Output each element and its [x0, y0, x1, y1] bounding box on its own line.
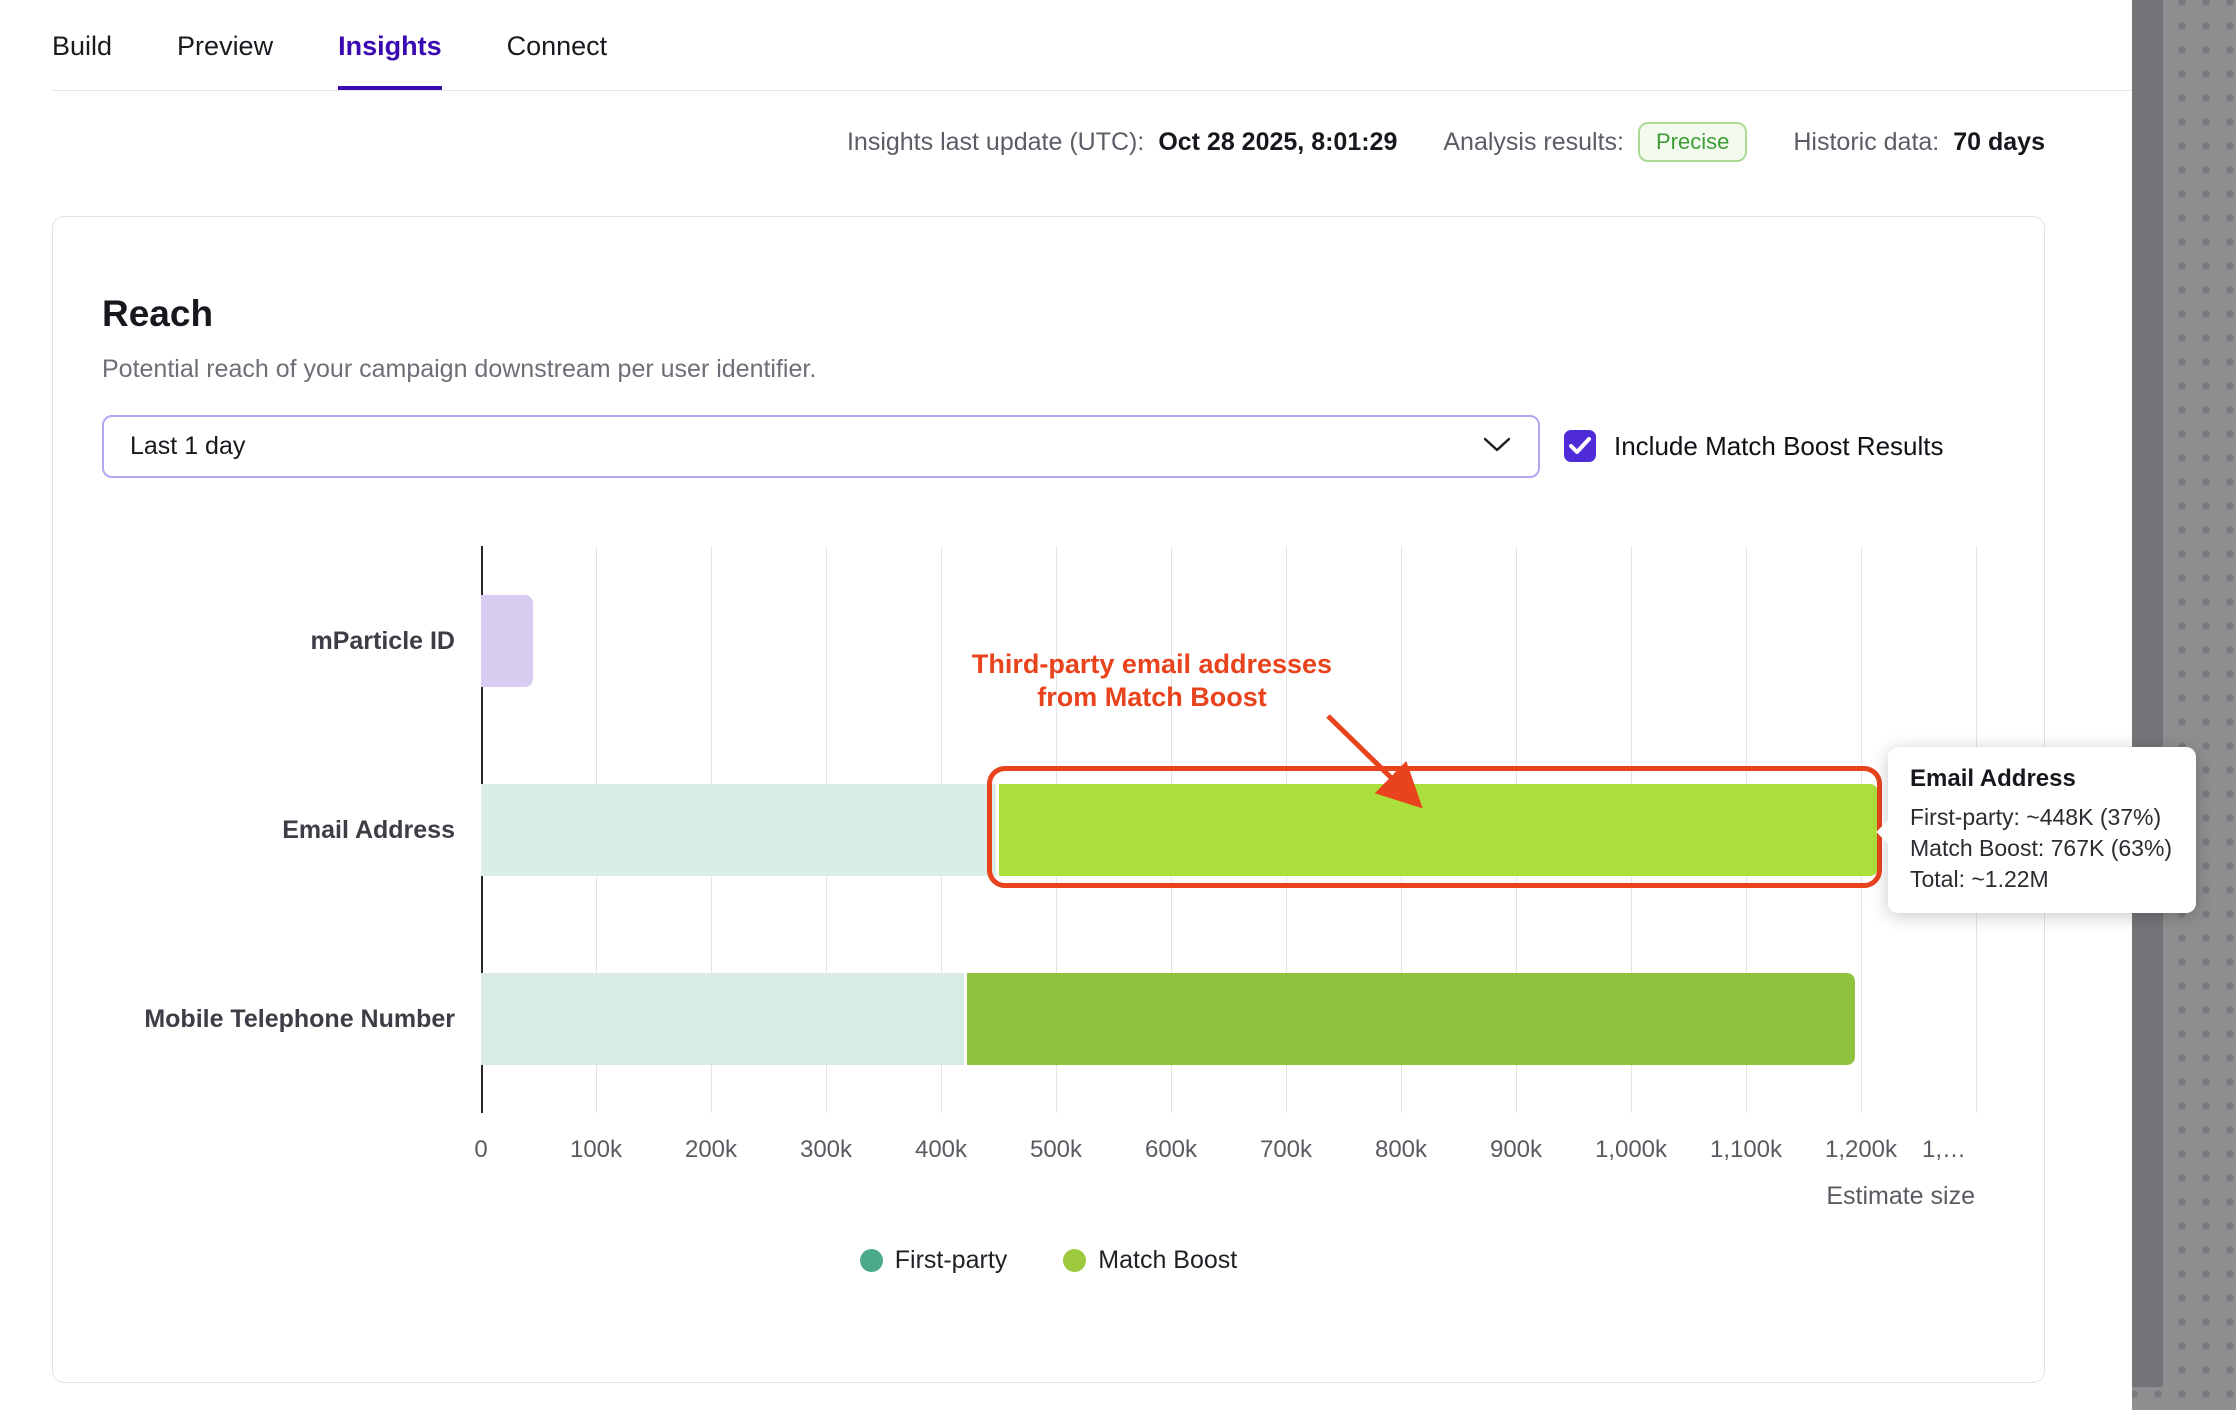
x-tick-label: 700k — [1260, 1136, 1312, 1164]
vertical-scrollbar[interactable] — [2132, 0, 2163, 1387]
bar-segment-match-boost[interactable] — [967, 973, 1855, 1065]
checkbox-checked-icon[interactable] — [1564, 430, 1596, 462]
reach-subtitle: Potential reach of your campaign downstr… — [102, 355, 816, 384]
include-match-boost-toggle[interactable]: Include Match Boost Results — [1564, 430, 1944, 462]
bar-segment-match-boost[interactable] — [999, 784, 1878, 876]
x-tick-label: 200k — [685, 1136, 737, 1164]
tooltip-title: Email Address — [1910, 765, 2174, 793]
category-label: Mobile Telephone Number — [60, 973, 455, 1065]
legend-dot-icon — [860, 1249, 883, 1272]
x-tick-label: 400k — [915, 1136, 967, 1164]
historic-data: Historic data: 70 days — [1793, 128, 2045, 157]
x-tick-label: 300k — [800, 1136, 852, 1164]
chart-tooltip: Email Address First-party: ~448K (37%) M… — [1888, 747, 2196, 913]
category-label: Email Address — [60, 784, 455, 876]
legend-dot-icon — [1063, 1249, 1086, 1272]
insights-status-row: Insights last update (UTC): Oct 28 2025,… — [847, 116, 2045, 168]
tooltip-match-boost: Match Boost: 767K (63%) — [1910, 833, 2174, 864]
analysis-results: Analysis results: Precise — [1443, 122, 1747, 162]
tooltip-first-party: First-party: ~448K (37%) — [1910, 802, 2174, 833]
historic-data-value: 70 days — [1953, 128, 2045, 157]
canvas-background — [2132, 0, 2236, 1410]
tooltip-total: Total: ~1.22M — [1910, 864, 2174, 895]
x-tick-label: 900k — [1490, 1136, 1542, 1164]
include-match-boost-label: Include Match Boost Results — [1614, 431, 1944, 462]
x-tick-label: 600k — [1145, 1136, 1197, 1164]
annotation-text: Third-party email addresses from Match B… — [902, 648, 1402, 714]
legend-label: Match Boost — [1098, 1246, 1237, 1275]
tab-connect[interactable]: Connect — [507, 0, 608, 90]
x-tick-label: 0 — [474, 1136, 487, 1164]
x-tick-label: 500k — [1030, 1136, 1082, 1164]
reach-title: Reach — [102, 293, 213, 335]
tab-preview[interactable]: Preview — [177, 0, 273, 90]
annotation-line1: Third-party email addresses — [902, 648, 1402, 681]
bar-segment-first-party[interactable] — [481, 973, 964, 1065]
x-tick-label: 800k — [1375, 1136, 1427, 1164]
tab-insights[interactable]: Insights — [338, 0, 442, 90]
tab-bar: Build Preview Insights Connect — [52, 0, 2132, 91]
x-tick-label: 1,200k — [1825, 1136, 1897, 1164]
x-axis-title: Estimate size — [1675, 1182, 1975, 1211]
category-label: mParticle ID — [60, 595, 455, 687]
x-tick-label: 1,… — [1922, 1136, 1966, 1164]
x-tick-label: 1,000k — [1595, 1136, 1667, 1164]
time-range-select[interactable]: Last 1 day — [102, 415, 1540, 478]
chart-legend: First-party Match Boost — [52, 1246, 2045, 1275]
legend-item-first-party[interactable]: First-party — [860, 1246, 1008, 1275]
bar-segment-first-party[interactable] — [481, 784, 996, 876]
time-range-value: Last 1 day — [130, 432, 245, 461]
tab-build[interactable]: Build — [52, 0, 112, 90]
last-update: Insights last update (UTC): Oct 28 2025,… — [847, 128, 1397, 157]
x-tick-label: 100k — [570, 1136, 622, 1164]
analysis-results-label: Analysis results: — [1443, 128, 1624, 157]
precise-badge: Precise — [1638, 122, 1747, 162]
historic-data-label: Historic data: — [1793, 128, 1939, 157]
chevron-down-icon — [1482, 436, 1512, 458]
legend-label: First-party — [895, 1246, 1008, 1275]
x-tick-label: 1,100k — [1710, 1136, 1782, 1164]
last-update-label: Insights last update (UTC): — [847, 128, 1144, 157]
last-update-value: Oct 28 2025, 8:01:29 — [1158, 128, 1397, 157]
annotation-line2: from Match Boost — [902, 681, 1402, 714]
bar-segment-first-party[interactable] — [481, 595, 533, 687]
legend-item-match-boost[interactable]: Match Boost — [1063, 1246, 1237, 1275]
